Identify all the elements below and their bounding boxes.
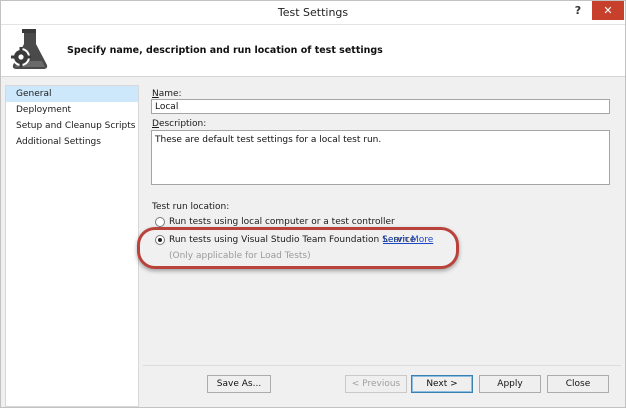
header-banner: Specify name, description and run locati… bbox=[1, 25, 625, 77]
settings-nav: General Deployment Setup and Cleanup Scr… bbox=[5, 85, 139, 407]
test-settings-dialog: Test Settings ? ✕ Specify name, descript… bbox=[0, 0, 626, 408]
highlight-annotation-ring bbox=[137, 227, 459, 269]
next-button[interactable]: Next > bbox=[411, 375, 473, 393]
general-settings-panel: Name: Local Description: These are defau… bbox=[143, 85, 621, 365]
title-bar: Test Settings ? ✕ bbox=[1, 1, 625, 25]
name-label: Name: bbox=[152, 89, 182, 99]
button-bar: Save As... < Previous Next > Apply Close bbox=[143, 365, 621, 407]
nav-item-general[interactable]: General bbox=[6, 86, 138, 102]
save-as-button[interactable]: Save As... bbox=[207, 375, 271, 393]
name-input[interactable]: Local bbox=[151, 99, 610, 114]
nav-item-deployment[interactable]: Deployment bbox=[6, 102, 138, 118]
flask-gear-icon bbox=[11, 29, 48, 69]
header-description: Specify name, description and run locati… bbox=[67, 45, 383, 56]
description-label: Description: bbox=[152, 119, 207, 129]
apply-button[interactable]: Apply bbox=[479, 375, 541, 393]
window-close-button[interactable]: ✕ bbox=[592, 1, 624, 20]
previous-button[interactable]: < Previous bbox=[345, 375, 407, 393]
help-button[interactable]: ? bbox=[571, 4, 585, 18]
local-run-radio[interactable] bbox=[155, 217, 165, 227]
close-button[interactable]: Close bbox=[547, 375, 609, 393]
nav-item-setup-cleanup-scripts[interactable]: Setup and Cleanup Scripts bbox=[6, 118, 138, 134]
window-title: Test Settings bbox=[277, 6, 349, 19]
description-textarea[interactable]: These are default test settings for a lo… bbox=[151, 130, 610, 185]
nav-item-additional-settings[interactable]: Additional Settings bbox=[6, 134, 138, 150]
run-location-label: Test run location: bbox=[152, 202, 230, 212]
local-run-option-label[interactable]: Run tests using local computer or a test… bbox=[169, 217, 395, 227]
